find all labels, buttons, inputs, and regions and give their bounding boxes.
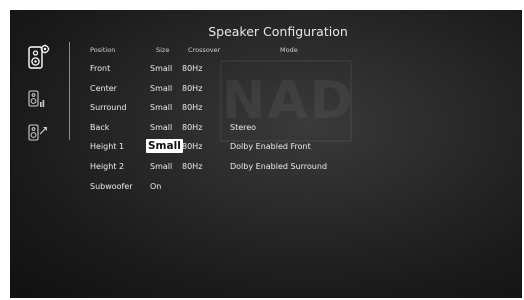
sidebar-divider	[69, 42, 70, 140]
position-cell: Back	[90, 123, 110, 132]
position-cell: Height 2	[90, 162, 125, 171]
size-cell[interactable]: Small	[150, 103, 172, 112]
column-header-crossover: Crossover	[188, 46, 221, 54]
crossover-cell[interactable]: 80Hz	[182, 142, 202, 151]
speaker-distance-icon[interactable]	[28, 124, 48, 142]
position-cell: Surround	[90, 103, 127, 112]
column-header-size: Size	[156, 46, 170, 54]
size-cell-selected[interactable]: Small	[146, 139, 183, 153]
position-cell: Front	[90, 64, 111, 73]
size-cell[interactable]: Small	[150, 64, 172, 73]
size-cell[interactable]: On	[150, 182, 161, 191]
crossover-cell[interactable]: 80Hz	[182, 162, 202, 171]
column-header-position: Position	[90, 46, 116, 54]
size-cell[interactable]: Small	[150, 84, 172, 93]
size-cell[interactable]: Small	[150, 162, 172, 171]
page-title: Speaker Configuration	[208, 24, 348, 39]
crossover-cell[interactable]: 80Hz	[182, 103, 202, 112]
size-cell[interactable]: Small	[150, 123, 172, 132]
position-cell: Subwoofer	[90, 182, 133, 191]
position-cell: Center	[90, 84, 117, 93]
speaker-levels-icon[interactable]	[28, 90, 46, 110]
speaker-setup-icon[interactable]	[28, 44, 50, 70]
mode-cell[interactable]: Dolby Enabled Surround	[230, 162, 327, 171]
speaker-config-screen: NAD Speaker Configuration Position Size …	[10, 10, 522, 298]
column-header-mode: Mode	[280, 46, 298, 54]
mode-cell[interactable]: Stereo	[230, 123, 256, 132]
crossover-cell[interactable]: 80Hz	[182, 123, 202, 132]
mode-cell[interactable]: Dolby Enabled Front	[230, 142, 311, 151]
crossover-cell[interactable]: 80Hz	[182, 84, 202, 93]
crossover-cell[interactable]: 80Hz	[182, 64, 202, 73]
position-cell: Height 1	[90, 142, 125, 151]
